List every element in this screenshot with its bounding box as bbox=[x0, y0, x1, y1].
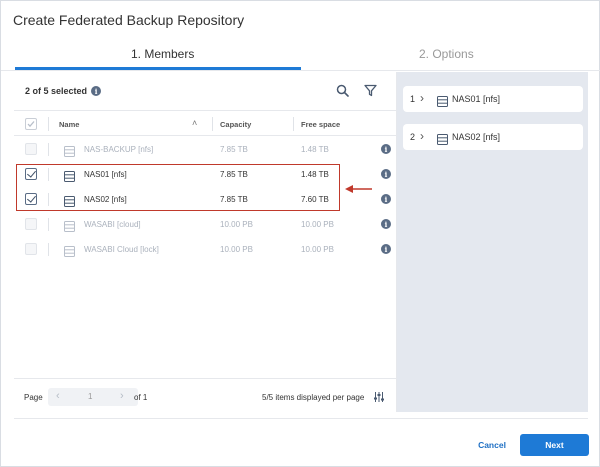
info-icon[interactable]: i bbox=[381, 244, 391, 254]
chevron-right-icon[interactable]: › bbox=[420, 91, 424, 105]
chevron-left-icon[interactable]: ‹ bbox=[56, 390, 60, 402]
column-divider bbox=[212, 117, 213, 131]
tab-members[interactable]: 1. Members bbox=[131, 47, 194, 61]
items-per-page-label: 5/5 items displayed per page bbox=[262, 393, 365, 402]
create-federated-repository-dialog: Create Federated Backup Repository 1. Me… bbox=[0, 0, 600, 467]
info-icon[interactable]: i bbox=[381, 144, 391, 154]
tabs-divider bbox=[1, 70, 600, 71]
storage-server-icon bbox=[64, 144, 75, 157]
cancel-button[interactable]: Cancel bbox=[467, 435, 517, 455]
footer-divider bbox=[14, 418, 588, 419]
column-header-free-space[interactable]: Free space bbox=[301, 120, 340, 129]
row-divider bbox=[48, 243, 49, 256]
member-name: NAS01 [nfs] bbox=[452, 94, 501, 104]
arrow-left-icon bbox=[345, 181, 373, 199]
info-icon[interactable]: i bbox=[381, 219, 391, 229]
row-divider bbox=[48, 218, 49, 231]
column-header-name[interactable]: Name bbox=[59, 120, 79, 129]
storage-server-icon bbox=[437, 132, 448, 145]
dialog-title: Create Federated Backup Repository bbox=[13, 12, 245, 28]
page-label: Page bbox=[24, 393, 43, 402]
pagination-bar: Page ‹ 1 › of 1 5/5 items displayed per … bbox=[14, 378, 397, 412]
table-header: Name ˄ Capacity Free space bbox=[14, 110, 397, 136]
storage-server-icon bbox=[64, 244, 75, 257]
repository-free-space: 10.00 PB bbox=[301, 245, 334, 254]
table-row: WASABI Cloud [lock] 10.00 PB 10.00 PB i bbox=[14, 237, 397, 262]
filter-icon[interactable] bbox=[364, 84, 377, 102]
column-header-capacity[interactable]: Capacity bbox=[220, 120, 251, 129]
info-icon[interactable]: i bbox=[381, 194, 391, 204]
selected-count: 2 of 5 selected i bbox=[25, 86, 102, 96]
column-divider bbox=[48, 117, 49, 131]
current-page-input[interactable]: 1 bbox=[88, 392, 92, 401]
row-divider bbox=[48, 143, 49, 156]
chevron-right-icon[interactable]: › bbox=[420, 129, 424, 143]
repository-free-space: 1.48 TB bbox=[301, 145, 329, 154]
storage-server-icon bbox=[64, 219, 75, 232]
column-divider bbox=[293, 117, 294, 131]
page-selector: ‹ 1 › bbox=[48, 388, 138, 406]
member-card[interactable]: 1 › NAS01 [nfs] bbox=[403, 86, 583, 112]
repository-name: WASABI [cloud] bbox=[84, 220, 141, 229]
member-card[interactable]: 2 › NAS02 [nfs] bbox=[403, 124, 583, 150]
repository-capacity: 10.00 PB bbox=[220, 245, 253, 254]
repository-capacity: 10.00 PB bbox=[220, 220, 253, 229]
sort-ascending-icon[interactable]: ˄ bbox=[192, 118, 197, 128]
info-icon[interactable]: i bbox=[91, 86, 102, 96]
storage-server-icon bbox=[437, 94, 448, 107]
selected-members-panel: 1 › NAS01 [nfs] 2 › NAS02 [nfs] bbox=[397, 72, 588, 412]
tab-options[interactable]: 2. Options bbox=[419, 47, 474, 61]
repository-selection-panel: 2 of 5 selected i Name ˄ Capacity Free s… bbox=[14, 72, 397, 412]
selection-highlight-box bbox=[16, 164, 340, 211]
repository-free-space: 10.00 PB bbox=[301, 220, 334, 229]
repository-name: NAS-BACKUP [nfs] bbox=[84, 145, 154, 154]
page-total: of 1 bbox=[134, 393, 148, 402]
table-row: NAS-BACKUP [nfs] 7.85 TB 1.48 TB i bbox=[14, 137, 397, 162]
column-settings-icon[interactable] bbox=[373, 390, 385, 408]
repository-name: WASABI Cloud [lock] bbox=[84, 245, 159, 254]
row-checkbox[interactable] bbox=[25, 243, 37, 255]
chevron-right-icon[interactable]: › bbox=[120, 390, 124, 402]
next-button[interactable]: Next bbox=[520, 434, 589, 456]
wizard-tabs: 1. Members 2. Options bbox=[1, 41, 600, 71]
row-checkbox[interactable] bbox=[25, 143, 37, 155]
member-name: NAS02 [nfs] bbox=[452, 132, 501, 142]
row-checkbox[interactable] bbox=[25, 218, 37, 230]
info-icon[interactable]: i bbox=[381, 169, 391, 179]
select-all-checkbox[interactable] bbox=[25, 118, 37, 130]
member-index: 2 bbox=[410, 132, 416, 142]
selected-count-label: 2 of 5 selected bbox=[25, 86, 88, 96]
member-index: 1 bbox=[410, 94, 416, 104]
search-icon[interactable] bbox=[336, 84, 349, 102]
repository-capacity: 7.85 TB bbox=[220, 145, 248, 154]
table-row: WASABI [cloud] 10.00 PB 10.00 PB i bbox=[14, 212, 397, 237]
